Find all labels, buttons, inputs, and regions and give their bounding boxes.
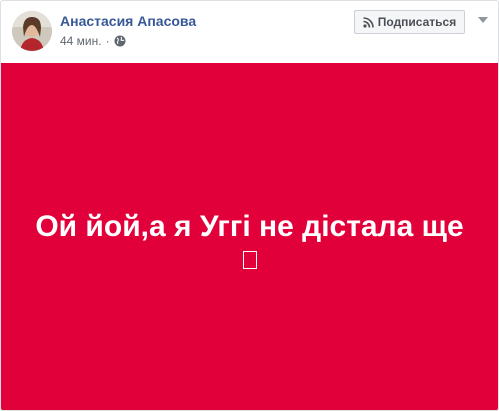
globe-icon[interactable] bbox=[114, 35, 126, 47]
caret-down-icon[interactable] bbox=[476, 13, 490, 27]
post-content: Ой йой,а я Уггі не дістала ще bbox=[1, 63, 498, 410]
post-header: Анастасия Апасова 44 мин. · Подписаться bbox=[1, 1, 498, 63]
post-meta: 44 мин. · bbox=[60, 34, 126, 48]
meta-separator: · bbox=[105, 34, 110, 48]
post-text: Ой йой,а я Уггі не дістала ще bbox=[35, 209, 464, 243]
rss-icon bbox=[363, 16, 374, 28]
subscribe-label: Подписаться bbox=[377, 15, 457, 29]
author-name[interactable]: Анастасия Апасова bbox=[60, 13, 196, 29]
post-card: Анастасия Апасова 44 мин. · Подписаться bbox=[0, 0, 499, 411]
subscribe-button[interactable]: Подписаться bbox=[354, 10, 465, 34]
post-timestamp[interactable]: 44 мин. bbox=[60, 34, 102, 48]
author-avatar[interactable] bbox=[12, 11, 52, 51]
missing-emoji-glyph bbox=[242, 250, 257, 269]
